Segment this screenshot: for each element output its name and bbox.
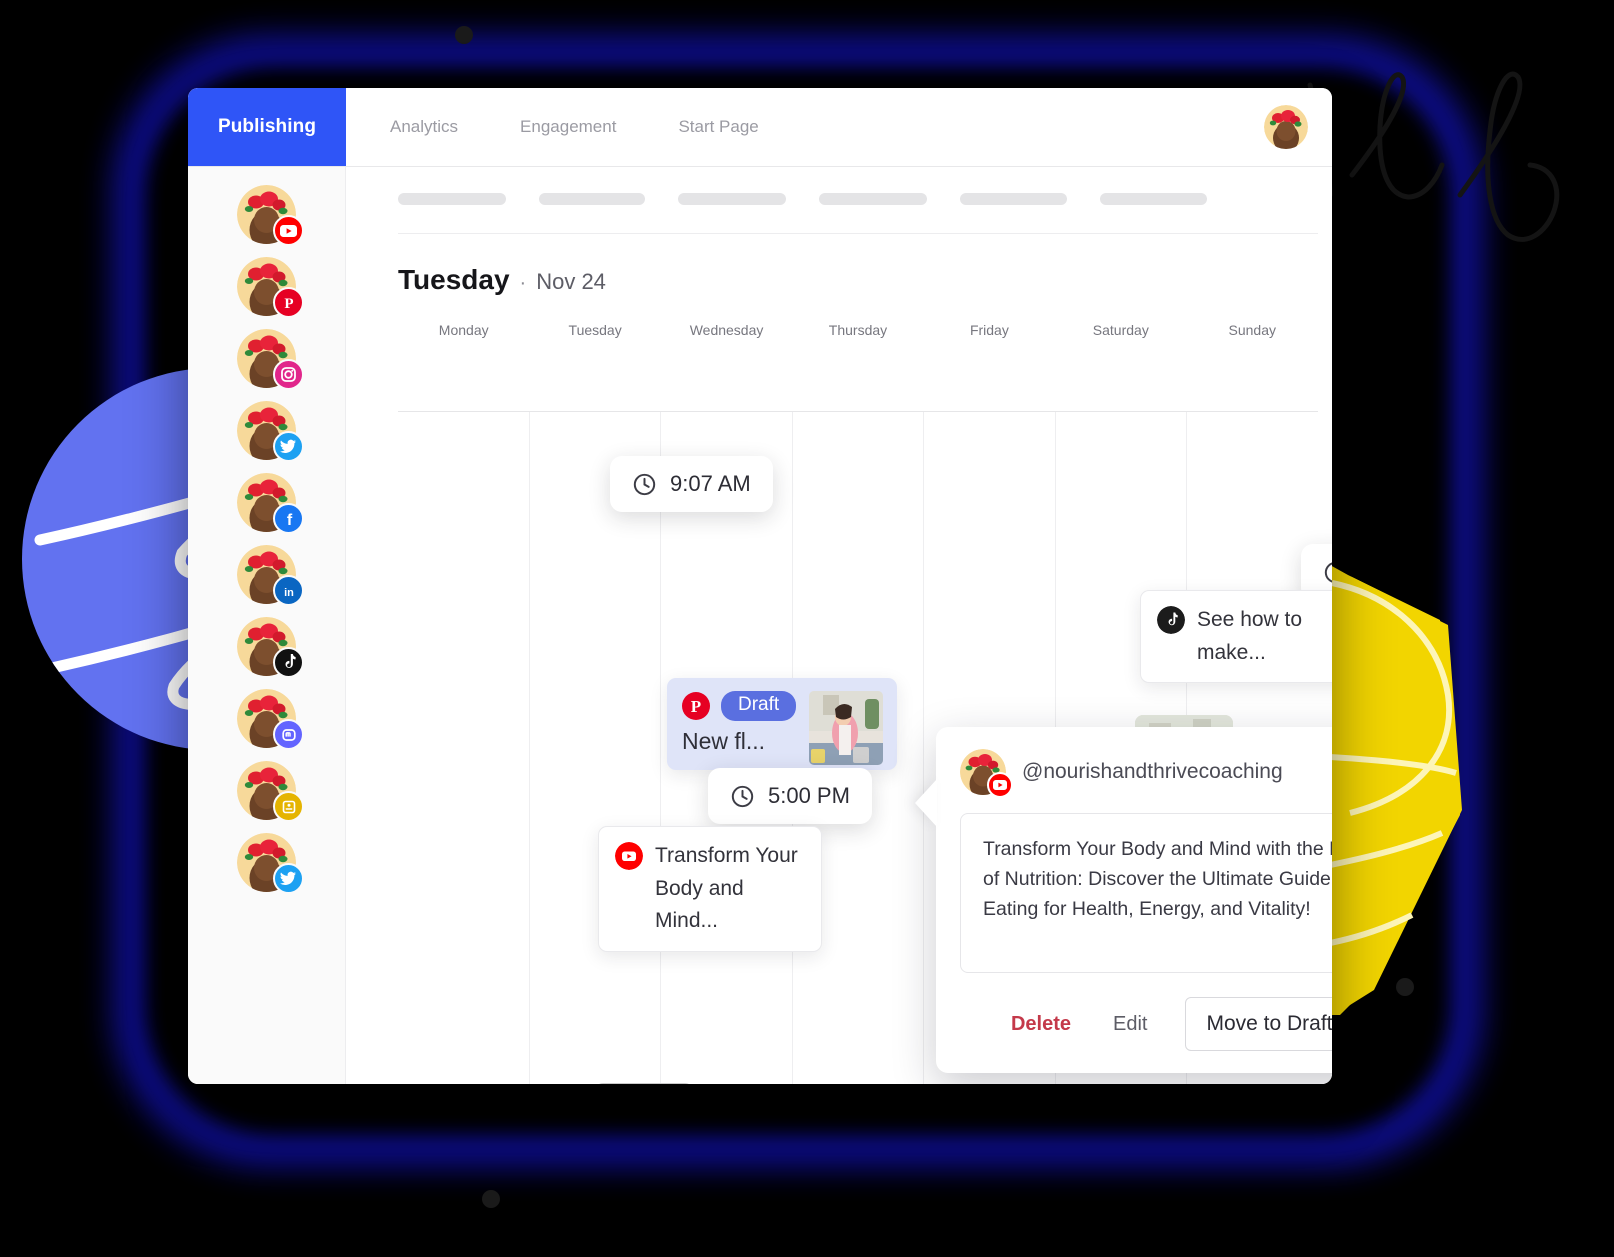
sidebar-account-youtube[interactable] <box>237 185 304 246</box>
screenshot-stage: Publishing Analytics Engagement Start Pa… <box>0 0 1614 1257</box>
weekday-header: Monday Tuesday Wednesday Thursday Friday… <box>398 322 1332 338</box>
post-message: Transform Your Body and Mind with the Po… <box>960 813 1332 973</box>
post-card-text: Transform Your Body and Mind... <box>655 844 798 933</box>
move-to-drafts-button[interactable]: Move to Drafts <box>1186 998 1332 1050</box>
post-media-youtube[interactable] <box>595 1083 693 1084</box>
edit-button[interactable]: Edit <box>1113 1013 1147 1036</box>
tiktok-icon <box>273 647 304 678</box>
clock-icon <box>1324 561 1332 583</box>
decorative-script-lettering <box>1290 45 1590 260</box>
tab-start-page[interactable]: Start Page <box>678 117 758 137</box>
weekday-monday: Monday <box>438 322 489 338</box>
youtube-icon <box>273 215 304 246</box>
svg-text:in: in <box>284 587 294 598</box>
mastodon-icon <box>273 719 304 750</box>
tab-engagement-label: Engagement <box>520 117 617 136</box>
accounts-sidebar: P f in <box>188 167 346 1084</box>
clock-icon <box>633 473 656 495</box>
weekday-wednesday: Wednesday <box>689 322 764 338</box>
svg-text:f: f <box>286 512 292 528</box>
weekday-friday: Friday <box>969 322 1009 338</box>
tab-analytics-label: Analytics <box>390 117 459 136</box>
tab-publishing[interactable]: Publishing <box>188 88 346 166</box>
tab-engagement[interactable]: Engagement <box>520 117 616 137</box>
nav-tabs: Analytics Engagement Start Page <box>346 88 759 166</box>
selected-date: Nov 24 <box>536 269 606 294</box>
time-chip-label: 9:07 AM <box>670 471 751 496</box>
filter-skeleton-row <box>346 167 1332 205</box>
selected-day-name: Tuesday <box>398 264 510 295</box>
post-card-draft-pinterest[interactable]: P Draft New fl... <box>667 678 897 770</box>
status-badge: Draft <box>721 691 797 721</box>
tab-analytics[interactable]: Analytics <box>390 117 458 137</box>
tab-publishing-label: Publishing <box>217 116 317 137</box>
twitter-icon <box>273 863 304 894</box>
sidebar-account-tiktok[interactable] <box>237 617 304 678</box>
delete-button[interactable]: Delete <box>1011 1013 1071 1036</box>
grid-column-tuesday[interactable] <box>530 412 662 1084</box>
weekday-sunday: Sunday <box>1228 322 1276 338</box>
decorative-dot <box>482 1190 500 1208</box>
facebook-icon: f <box>273 503 304 534</box>
svg-text:P: P <box>691 697 701 716</box>
weekday-tuesday: Tuesday <box>568 322 622 338</box>
title-separator: · <box>519 272 527 294</box>
avatar <box>960 749 1013 798</box>
time-chip-907am: 9:07 AM <box>610 456 773 512</box>
app-window: Publishing Analytics Engagement Start Pa… <box>188 88 1332 1084</box>
youtube-icon <box>615 842 643 870</box>
move-to-drafts-split-button: Move to Drafts <box>1185 997 1332 1051</box>
skeleton-bar <box>678 193 786 205</box>
sidebar-account-pinterest[interactable]: P <box>237 257 304 318</box>
sidebar-account-instagram[interactable] <box>237 329 304 390</box>
instagram-icon <box>273 359 304 390</box>
sidebar-account-mastodon[interactable] <box>237 689 304 750</box>
decorative-yellow-shape <box>1330 565 1614 1015</box>
tab-start-page-label: Start Page <box>678 117 759 136</box>
post-card-tiktok[interactable]: See how to make... <box>1140 590 1332 684</box>
sidebar-account-twitter-2[interactable] <box>237 833 304 894</box>
skeleton-bar <box>1100 193 1207 205</box>
grid-column-monday[interactable] <box>398 412 530 1084</box>
skeleton-bar <box>539 193 645 205</box>
sidebar-account-linkedin[interactable]: in <box>237 545 304 606</box>
decorative-dot <box>1396 978 1414 996</box>
tiktok-icon <box>1157 606 1185 634</box>
sidebar-account-google-business[interactable] <box>237 761 304 822</box>
pinterest-icon: P <box>682 692 710 720</box>
google-business-icon <box>273 791 304 822</box>
popover-header: @nourishandthrivecoaching 5:00 PM <box>960 749 1332 798</box>
sidebar-account-facebook[interactable]: f <box>237 473 304 534</box>
top-navigation-bar: Publishing Analytics Engagement Start Pa… <box>188 88 1332 167</box>
post-detail-popover: @nourishandthrivecoaching 5:00 PM Transf… <box>915 727 1332 1073</box>
clock-icon <box>731 785 754 807</box>
time-chip-500pm: 5:00 PM <box>708 768 872 824</box>
post-thumbnail <box>809 691 883 765</box>
popover-tail <box>915 779 937 827</box>
account-handle: @nourishandthrivecoaching <box>1022 760 1283 783</box>
pinterest-icon: P <box>273 287 304 318</box>
twitter-icon <box>273 431 304 462</box>
post-card-text: See how to make... <box>1197 608 1303 664</box>
popover-actions: Delete Edit Move to Drafts <box>960 997 1332 1051</box>
weekday-saturday: Saturday <box>1092 322 1149 338</box>
linkedin-icon: in <box>273 575 304 606</box>
svg-text:P: P <box>284 296 293 312</box>
youtube-icon <box>987 772 1013 798</box>
user-avatar[interactable] <box>1264 105 1308 149</box>
skeleton-bar <box>398 193 506 205</box>
weekday-thursday: Thursday <box>828 322 888 338</box>
page-title: Tuesday · Nov 24 <box>346 234 1332 296</box>
time-chip-label: 5:00 PM <box>768 783 850 808</box>
decorative-dot <box>455 26 473 44</box>
post-card-youtube[interactable]: Transform Your Body and Mind... <box>598 826 822 952</box>
sidebar-account-twitter[interactable] <box>237 401 304 462</box>
skeleton-bar <box>819 193 927 205</box>
skeleton-bar <box>960 193 1067 205</box>
